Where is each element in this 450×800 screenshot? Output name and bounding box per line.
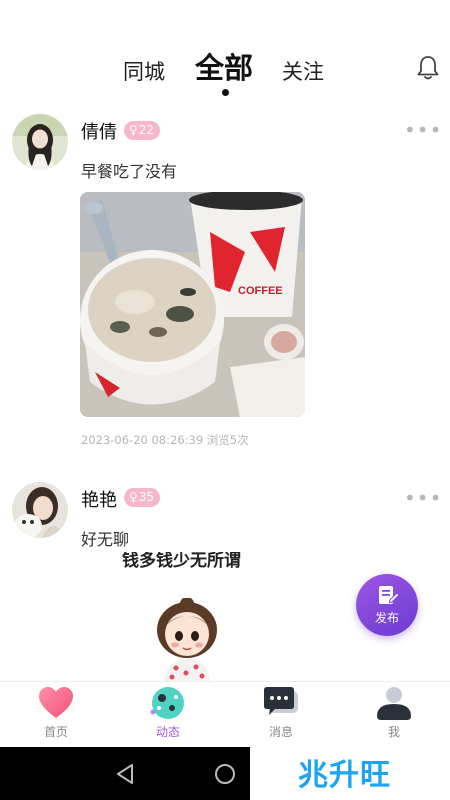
cup-brand-text: COFFEE [238,285,283,297]
age-value: 35 [138,490,155,504]
bell-icon[interactable] [415,54,441,82]
nav-home[interactable]: 首页 [0,682,112,748]
nav-messages-label: 消息 [268,725,293,739]
chat-icon [264,687,298,715]
nav-moments-label: 动态 [155,725,180,739]
nav-me[interactable]: 我 [338,682,450,748]
female-icon: ♀ [129,123,138,137]
post-photo[interactable]: 钱多钱少无所谓 [80,552,305,681]
nav-messages[interactable]: 消息 [225,682,337,748]
home-icon[interactable] [214,763,236,785]
age-badge: ♀ 35 [124,488,161,507]
nav-moments[interactable]: 动态 [112,682,224,748]
female-icon: ♀ [129,490,138,504]
profile-icon [377,687,411,720]
post-photo[interactable]: COFFEE [80,192,305,417]
username[interactable]: 艳艳 [81,486,117,512]
post-meta: 2023-06-20 08:26:39 浏览5次 [81,433,249,447]
username[interactable]: 倩倩 [81,118,117,144]
active-tab-indicator [222,89,229,96]
more-options-icon[interactable]: ••• [404,118,442,142]
publish-button[interactable]: 发布 [356,574,418,636]
nav-me-label: 我 [387,725,400,739]
watermark-logo: 兆升旺 [298,758,391,793]
publish-icon [379,585,399,604]
post-text: 早餐吃了没有 [81,162,178,181]
system-nav-bar [0,747,250,800]
tab-follow[interactable]: 关注 [282,56,324,86]
publish-label: 发布 [374,610,399,625]
age-badge: ♀ 22 [124,121,161,140]
image-caption: 钱多钱少无所谓 [122,552,241,571]
tab-all[interactable]: 全部 [195,45,253,87]
post-text: 好无聊 [81,530,130,549]
avatar[interactable] [12,482,68,538]
age-value: 22 [138,123,155,137]
tab-nearby[interactable]: 同城 [123,56,165,86]
cartoon-girl-sticker [157,598,217,681]
top-tab-bar: 同城 全部 关注 [0,0,450,100]
nav-home-label: 首页 [43,725,68,739]
heart-icon [39,687,73,718]
avatar[interactable] [12,114,68,170]
back-icon[interactable] [115,763,135,785]
moments-icon [150,687,184,719]
bottom-nav: 首页 动态 消息 我 [0,681,450,747]
more-options-icon[interactable]: ••• [404,486,442,510]
